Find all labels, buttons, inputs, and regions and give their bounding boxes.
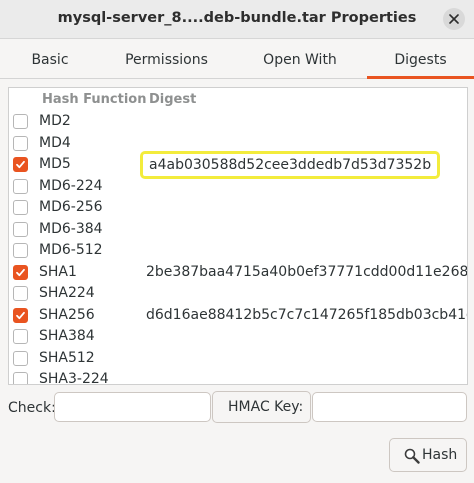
hash-button-label: Hash — [422, 447, 458, 463]
close-button[interactable] — [443, 8, 465, 30]
hash-button[interactable]: Hash — [389, 438, 467, 472]
table-row[interactable]: MD6-256 — [9, 198, 467, 219]
hash-function-name: MD4 — [39, 134, 71, 151]
table-row[interactable]: SHA256 d6d16ae88412b5c7c7c147265f185db03c… — [9, 306, 467, 327]
checkmark-icon — [16, 160, 25, 169]
checkbox[interactable] — [13, 286, 28, 301]
table-row[interactable]: SHA1 2be387baa4715a40b0ef37771cdd00d11e26… — [9, 263, 467, 284]
table-row[interactable]: SHA3-224 — [9, 370, 467, 385]
hash-function-column-header[interactable]: Hash Function — [42, 92, 146, 107]
table-row[interactable]: MD6-512 — [9, 241, 467, 262]
checkbox[interactable] — [13, 350, 28, 366]
close-icon — [449, 14, 459, 24]
checkmark-icon — [16, 268, 25, 276]
hash-function-name: SHA3-224 — [39, 371, 109, 385]
checkbox[interactable] — [13, 178, 28, 194]
checkbox[interactable] — [13, 135, 28, 151]
table-row[interactable]: MD6-224 — [9, 177, 467, 198]
checkbox-checked[interactable] — [13, 264, 28, 280]
checkbox-checked[interactable] — [13, 307, 28, 323]
hash-function-name: SHA224 — [39, 285, 95, 301]
checkbox[interactable] — [13, 114, 28, 129]
check-input[interactable] — [54, 392, 211, 422]
checkbox[interactable] — [13, 372, 28, 384]
list-header: Hash Function Digest — [9, 88, 467, 112]
checkbox[interactable] — [13, 200, 28, 215]
hash-function-name: MD6-512 — [39, 242, 103, 258]
digest-list[interactable]: Hash Function Digest MD2 MD4 MD5 a4ab030588… — [8, 87, 468, 385]
hash-function-name: MD5 — [39, 156, 71, 172]
hash-function-name: SHA1 — [39, 263, 77, 280]
table-row[interactable]: MD5 a4ab030588d52cee3ddedb7d53d7352b — [9, 151, 467, 179]
hmac-key-input[interactable] — [312, 392, 467, 422]
table-row[interactable]: SHA384 — [9, 327, 467, 348]
checkbox[interactable] — [13, 243, 28, 258]
tab-digests[interactable]: Digests — [367, 39, 474, 79]
hash-function-name: MD6-224 — [39, 177, 103, 194]
tab-permissions[interactable]: Permissions — [100, 39, 233, 78]
hash-function-name: MD6-384 — [39, 220, 103, 237]
table-row[interactable]: SHA512 — [9, 349, 467, 370]
hash-function-name: SHA384 — [39, 328, 95, 344]
hash-function-name: MD2 — [39, 113, 71, 129]
hmac-key-button[interactable]: HMAC Key: — [212, 391, 311, 423]
title-bar: mysql-server_8....deb-bundle.tar Propert… — [0, 0, 474, 39]
table-row[interactable]: MD2 — [9, 112, 467, 133]
table-row[interactable]: MD6-384 — [9, 220, 467, 241]
hash-function-name: SHA256 — [39, 306, 95, 323]
hmac-key-label: HMAC Key: — [228, 399, 304, 415]
digest-value: 2be387baa4715a40b0ef37771cdd00d11e2687da — [146, 263, 468, 280]
digest-value: d6d16ae88412b5c7c7c147265f185db03cb41de8… — [146, 306, 467, 323]
checkbox[interactable] — [13, 221, 28, 237]
tab-open-with[interactable]: Open With — [233, 39, 367, 78]
hash-function-name: MD6-256 — [39, 199, 103, 215]
checkbox[interactable] — [13, 329, 28, 344]
tab-bar: Basic Permissions Open With Digests — [0, 39, 474, 79]
window-title: mysql-server_8....deb-bundle.tar Propert… — [57, 10, 417, 26]
checkbox-checked[interactable] — [13, 157, 28, 172]
table-row[interactable]: SHA224 — [9, 284, 467, 305]
checkmark-icon — [16, 311, 25, 319]
digest-column-header[interactable]: Digest — [149, 92, 196, 107]
hash-function-name: SHA512 — [39, 349, 95, 366]
tab-basic[interactable]: Basic — [0, 39, 100, 78]
digest-value-highlighted: a4ab030588d52cee3ddedb7d53d7352b — [140, 151, 441, 179]
check-label: Check: — [8, 400, 56, 416]
magnifier-icon — [404, 448, 420, 464]
